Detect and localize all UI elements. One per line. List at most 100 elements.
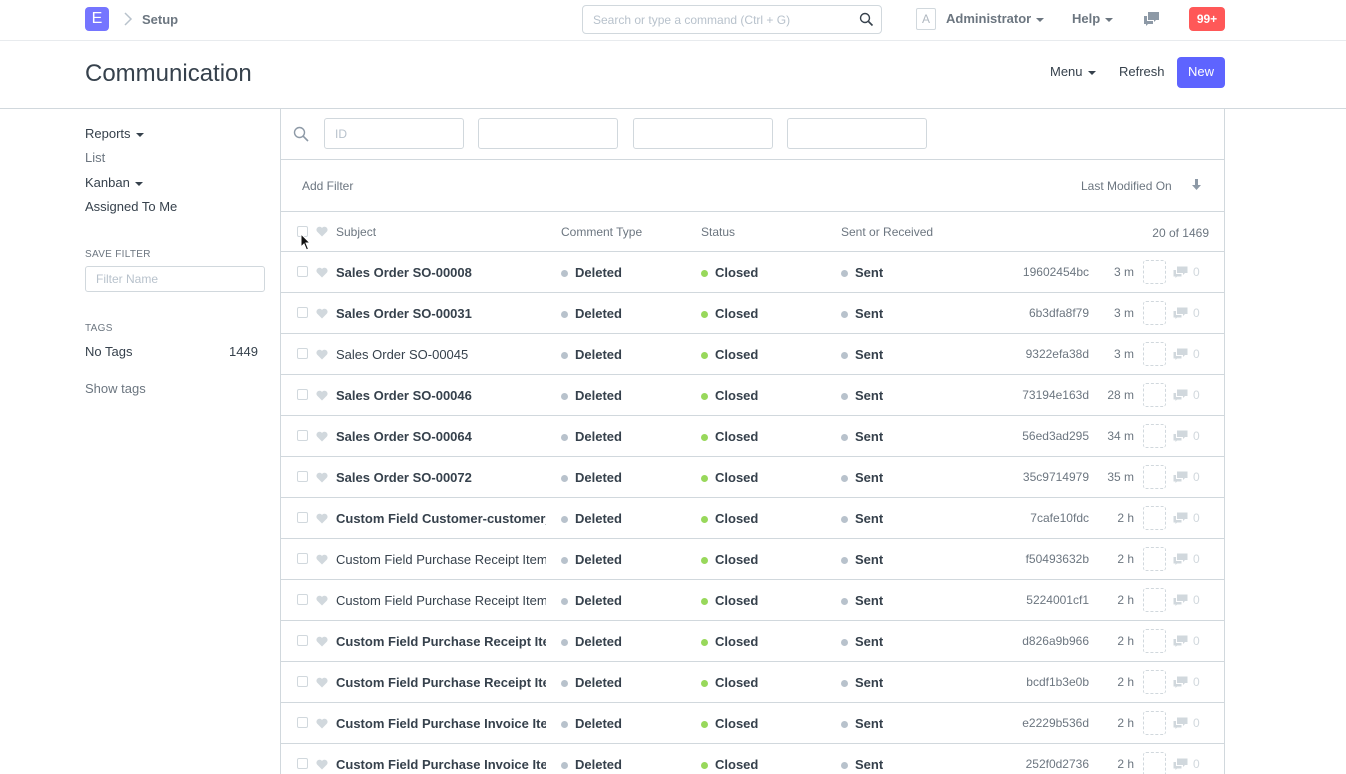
menu-button[interactable]: Menu (1042, 57, 1104, 87)
heart-icon[interactable] (316, 636, 328, 647)
sent-received-indicator[interactable]: Sent (841, 306, 883, 321)
row-checkbox[interactable] (297, 389, 308, 400)
status-indicator[interactable]: Closed (701, 265, 758, 280)
row-checkbox[interactable] (297, 717, 308, 728)
new-button[interactable]: New (1177, 57, 1225, 88)
row-subject-link[interactable]: Custom Field Purchase Receipt Iter (336, 634, 546, 649)
assign-avatar-placeholder[interactable] (1143, 424, 1166, 448)
sent-received-indicator[interactable]: Sent (841, 511, 883, 526)
row-checkbox[interactable] (297, 758, 308, 769)
sort-descending-icon[interactable] (1192, 179, 1201, 191)
table-row[interactable]: Custom Field Purchase Receipt Iter Delete… (281, 662, 1224, 703)
table-row[interactable]: Sales Order SO-00072 Deleted Closed Sent 35c… (281, 457, 1224, 498)
sent-received-indicator[interactable]: Sent (841, 470, 883, 485)
comment-type-indicator[interactable]: Deleted (561, 429, 622, 444)
heart-icon[interactable] (316, 718, 328, 729)
comment-type-indicator[interactable]: Deleted (561, 634, 622, 649)
notification-badge[interactable]: 99+ (1189, 7, 1225, 31)
comment-type-indicator[interactable]: Deleted (561, 675, 622, 690)
heart-icon[interactable] (316, 513, 328, 524)
sent-received-indicator[interactable]: Sent (841, 757, 883, 772)
filter-name-input[interactable] (86, 267, 264, 291)
heart-icon[interactable] (316, 390, 328, 401)
avatar[interactable]: A (916, 8, 936, 30)
status-indicator[interactable]: Closed (701, 347, 758, 362)
heart-icon[interactable] (316, 472, 328, 483)
sent-received-indicator[interactable]: Sent (841, 347, 883, 362)
row-subject-link[interactable]: Sales Order SO-00031 (336, 306, 546, 321)
search-input[interactable] (583, 6, 843, 33)
status-indicator[interactable]: Closed (701, 593, 758, 608)
filter-name-field[interactable] (85, 266, 265, 292)
table-row[interactable]: Sales Order SO-00045 Deleted Closed Sent 932… (281, 334, 1224, 375)
row-checkbox[interactable] (297, 471, 308, 482)
assign-avatar-placeholder[interactable] (1143, 342, 1166, 366)
sent-received-indicator[interactable]: Sent (841, 429, 883, 444)
show-tags-link[interactable]: Show tags (85, 381, 146, 396)
status-indicator[interactable]: Closed (701, 429, 758, 444)
row-subject-link[interactable]: Custom Field Purchase Receipt Item- (336, 552, 546, 567)
refresh-button[interactable]: Refresh (1111, 57, 1173, 87)
id-filter-input[interactable] (325, 119, 463, 148)
chat-icon[interactable] (1143, 11, 1160, 27)
heart-icon[interactable] (316, 431, 328, 442)
sent-received-indicator[interactable]: Sent (841, 388, 883, 403)
id-filter-field[interactable] (324, 118, 464, 149)
sidebar-item-list[interactable]: List (85, 150, 105, 165)
heart-icon[interactable] (316, 759, 328, 770)
comment-type-indicator[interactable]: Deleted (561, 306, 622, 321)
assign-avatar-placeholder[interactable] (1143, 629, 1166, 653)
breadcrumb-setup[interactable]: Setup (142, 12, 178, 27)
heart-icon[interactable] (316, 349, 328, 360)
status-indicator[interactable]: Closed (701, 388, 758, 403)
filter-field[interactable] (633, 118, 773, 149)
sidebar-item-reports[interactable]: Reports (85, 126, 144, 141)
row-checkbox[interactable] (297, 266, 308, 277)
row-subject-link[interactable]: Sales Order SO-00046 (336, 388, 546, 403)
assign-avatar-placeholder[interactable] (1143, 752, 1166, 774)
row-checkbox[interactable] (297, 553, 308, 564)
app-logo[interactable]: E (85, 7, 109, 31)
assign-avatar-placeholder[interactable] (1143, 301, 1166, 325)
comment-type-indicator[interactable]: Deleted (561, 388, 622, 403)
table-row[interactable]: Custom Field Purchase Invoice Item Delete… (281, 744, 1224, 774)
table-row[interactable]: Custom Field Purchase Receipt Item- Delet… (281, 539, 1224, 580)
sent-received-indicator[interactable]: Sent (841, 593, 883, 608)
status-indicator[interactable]: Closed (701, 757, 758, 772)
heart-icon[interactable] (316, 226, 328, 237)
row-subject-link[interactable]: Custom Field Purchase Invoice Item (336, 757, 546, 772)
help-dropdown[interactable]: Help (1072, 11, 1114, 26)
row-checkbox[interactable] (297, 635, 308, 646)
comment-type-indicator[interactable]: Deleted (561, 593, 622, 608)
table-row[interactable]: Custom Field Purchase Receipt Item- Delet… (281, 580, 1224, 621)
assign-avatar-placeholder[interactable] (1143, 711, 1166, 735)
heart-icon[interactable] (316, 554, 328, 565)
sent-received-indicator[interactable]: Sent (841, 265, 883, 280)
sent-received-indicator[interactable]: Sent (841, 552, 883, 567)
status-indicator[interactable]: Closed (701, 675, 758, 690)
row-subject-link[interactable]: Custom Field Purchase Receipt Item- (336, 593, 546, 608)
row-subject-link[interactable]: Sales Order SO-00008 (336, 265, 546, 280)
row-subject-link[interactable]: Custom Field Customer-customer_i (336, 511, 546, 526)
sent-received-indicator[interactable]: Sent (841, 675, 883, 690)
table-row[interactable]: Custom Field Purchase Receipt Iter Delete… (281, 621, 1224, 662)
filter-input[interactable] (479, 119, 617, 148)
assign-avatar-placeholder[interactable] (1143, 670, 1166, 694)
row-checkbox[interactable] (297, 512, 308, 523)
table-row[interactable]: Sales Order SO-00008 Deleted Closed Sent 196… (281, 252, 1224, 293)
comment-type-indicator[interactable]: Deleted (561, 757, 622, 772)
filter-field[interactable] (787, 118, 927, 149)
row-subject-link[interactable]: Custom Field Purchase Invoice Item (336, 716, 546, 731)
assign-avatar-placeholder[interactable] (1143, 260, 1166, 284)
assign-avatar-placeholder[interactable] (1143, 547, 1166, 571)
table-row[interactable]: Sales Order SO-00064 Deleted Closed Sent 56e… (281, 416, 1224, 457)
status-indicator[interactable]: Closed (701, 511, 758, 526)
status-indicator[interactable]: Closed (701, 470, 758, 485)
assign-avatar-placeholder[interactable] (1143, 465, 1166, 489)
status-indicator[interactable]: Closed (701, 306, 758, 321)
filter-input[interactable] (634, 119, 772, 148)
row-checkbox[interactable] (297, 430, 308, 441)
status-indicator[interactable]: Closed (701, 634, 758, 649)
comment-type-indicator[interactable]: Deleted (561, 552, 622, 567)
sort-selector[interactable]: Last Modified On (1081, 179, 1172, 193)
